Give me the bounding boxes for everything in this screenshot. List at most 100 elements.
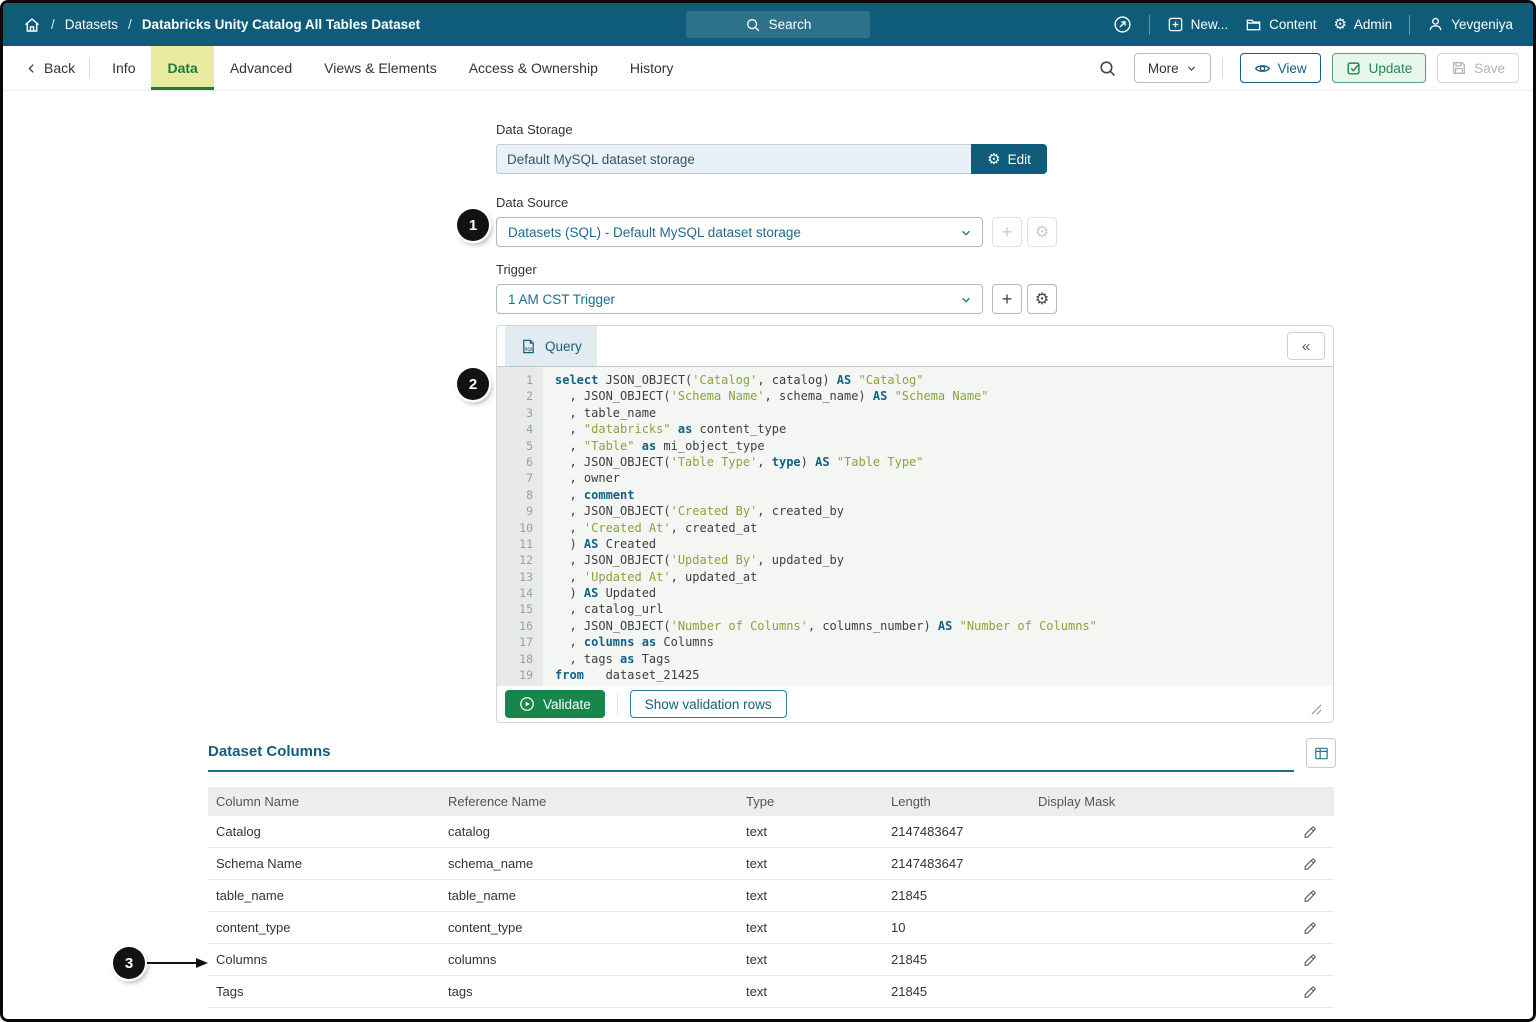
- line-number: 12: [497, 552, 543, 568]
- tab-info[interactable]: Info: [96, 46, 151, 90]
- tab-list: InfoDataAdvancedViews & ElementsAccess &…: [96, 46, 689, 90]
- line-content: , catalog_url: [543, 601, 663, 617]
- code-line: 2 , JSON_OBJECT('Schema Name', schema_na…: [497, 388, 1333, 404]
- cell-column-name: Schema Name: [216, 856, 448, 871]
- table-row: content_typecontent_typetext10: [208, 912, 1334, 944]
- line-number: 5: [497, 438, 543, 454]
- admin-button[interactable]: ⚙ Admin: [1333, 17, 1392, 32]
- cell-reference-name: columns: [448, 952, 746, 967]
- home-icon[interactable]: [23, 16, 41, 34]
- tab-toolbar: Back InfoDataAdvancedViews & ElementsAcc…: [3, 46, 1533, 91]
- top-navbar: / Datasets / Databricks Unity Catalog Al…: [3, 3, 1533, 46]
- collapse-panel-button[interactable]: «: [1287, 332, 1325, 360]
- navbar-actions: New... Content ⚙ Admin Yevgeniya: [1113, 15, 1513, 35]
- column-header: Column Name: [216, 794, 448, 809]
- gear-icon: ⚙: [1035, 291, 1049, 307]
- edit-column-button[interactable]: [1302, 984, 1334, 1000]
- code-line: 11 ) AS Created: [497, 536, 1333, 552]
- line-content: , 'Created At', created_at: [543, 520, 757, 536]
- cell-length: 21845: [891, 952, 1038, 967]
- validate-button[interactable]: Validate: [505, 690, 605, 718]
- toolbar-search-icon[interactable]: [1098, 59, 1117, 78]
- dataset-columns-title: Dataset Columns: [208, 743, 331, 760]
- chevron-left-icon: [25, 62, 38, 75]
- line-number: 8: [497, 487, 543, 503]
- more-button[interactable]: More: [1134, 53, 1211, 83]
- sql-file-icon: SQL: [520, 338, 537, 355]
- view-button[interactable]: View: [1240, 53, 1321, 83]
- table-icon: [1313, 745, 1330, 762]
- back-button[interactable]: Back: [23, 60, 89, 76]
- save-button[interactable]: Save: [1437, 53, 1519, 83]
- annotation-step-1: 1: [457, 209, 489, 241]
- dataset-columns-table: Column NameReference NameTypeLengthDispl…: [208, 787, 1334, 1008]
- tab-views-elements[interactable]: Views & Elements: [308, 46, 453, 90]
- search-input[interactable]: Search: [686, 11, 870, 38]
- divider: [1222, 58, 1223, 78]
- line-content: , tags as Tags: [543, 651, 671, 667]
- trigger-field: Trigger 1 AM CST Trigger + ⚙: [496, 262, 1057, 314]
- trigger-select[interactable]: 1 AM CST Trigger: [496, 284, 983, 314]
- update-button[interactable]: Update: [1332, 53, 1427, 83]
- chevron-down-icon: [960, 227, 972, 239]
- table-row: Catalogcatalogtext2147483647: [208, 816, 1334, 848]
- line-content: ) AS Created: [543, 536, 656, 552]
- divider: [1409, 15, 1410, 35]
- cell-reference-name: table_name: [448, 888, 746, 903]
- show-validation-rows-button[interactable]: Show validation rows: [630, 690, 787, 718]
- user-menu[interactable]: Yevgeniya: [1427, 16, 1513, 33]
- tab-advanced[interactable]: Advanced: [214, 46, 308, 90]
- view-button-label: View: [1278, 61, 1307, 76]
- chevron-down-icon: [960, 294, 972, 306]
- tab-history[interactable]: History: [614, 46, 690, 90]
- column-layout-button[interactable]: [1306, 738, 1336, 768]
- gear-icon: ⚙: [987, 152, 1000, 167]
- breadcrumb-datasets[interactable]: Datasets: [65, 17, 118, 32]
- line-number: 15: [497, 601, 543, 617]
- save-icon: [1451, 60, 1467, 76]
- compass-icon[interactable]: [1113, 15, 1132, 34]
- data-storage-edit-button[interactable]: ⚙ Edit: [971, 144, 1047, 174]
- tab-data[interactable]: Data: [151, 46, 213, 90]
- data-source-value: Datasets (SQL) - Default MySQL dataset s…: [508, 225, 801, 240]
- line-content: , JSON_OBJECT('Schema Name', schema_name…: [543, 388, 989, 404]
- line-content: , JSON_OBJECT('Updated By', updated_by: [543, 552, 844, 568]
- code-line: 8 , comment: [497, 487, 1333, 503]
- edit-column-button[interactable]: [1302, 952, 1334, 968]
- content-button[interactable]: Content: [1245, 16, 1316, 33]
- line-number: 3: [497, 405, 543, 421]
- code-line: 7 , owner: [497, 470, 1333, 486]
- edit-column-button[interactable]: [1302, 856, 1334, 872]
- cell-type: text: [746, 856, 891, 871]
- trigger-add-button[interactable]: +: [992, 284, 1022, 314]
- query-tab[interactable]: SQL Query: [505, 326, 597, 366]
- new-button[interactable]: New...: [1167, 16, 1229, 33]
- column-header: Length: [891, 794, 1038, 809]
- trigger-settings-button[interactable]: ⚙: [1027, 284, 1057, 314]
- table-row: Columnscolumnstext21845: [208, 944, 1334, 976]
- code-line: 5 , "Table" as mi_object_type: [497, 438, 1333, 454]
- line-number: 6: [497, 454, 543, 470]
- cell-reference-name: content_type: [448, 920, 746, 935]
- tab-access-ownership[interactable]: Access & Ownership: [453, 46, 614, 90]
- line-number: 9: [497, 503, 543, 519]
- resize-handle[interactable]: [1310, 703, 1323, 716]
- edit-column-button[interactable]: [1302, 920, 1334, 936]
- data-source-select[interactable]: Datasets (SQL) - Default MySQL dataset s…: [496, 217, 983, 247]
- cell-column-name: table_name: [216, 888, 448, 903]
- line-content: , "Table" as mi_object_type: [543, 438, 765, 454]
- columns-table-header: Column NameReference NameTypeLengthDispl…: [208, 787, 1334, 816]
- chevron-down-icon: [1186, 63, 1197, 74]
- cell-length: 21845: [891, 984, 1038, 999]
- edit-column-button[interactable]: [1302, 824, 1334, 840]
- data-source-add-button: +: [992, 217, 1022, 247]
- line-content: , JSON_OBJECT('Number of Columns', colum…: [543, 618, 1097, 634]
- code-line: 12 , JSON_OBJECT('Updated By', updated_b…: [497, 552, 1333, 568]
- edit-column-button[interactable]: [1302, 888, 1334, 904]
- sql-code-editor[interactable]: 1select JSON_OBJECT('Catalog', catalog) …: [497, 366, 1333, 686]
- sql-code: 1select JSON_OBJECT('Catalog', catalog) …: [497, 372, 1333, 683]
- data-storage-field: Data Storage Default MySQL dataset stora…: [496, 122, 1047, 174]
- breadcrumb-current-page: Databricks Unity Catalog All Tables Data…: [142, 17, 420, 32]
- cell-length: 21845: [891, 888, 1038, 903]
- divider: [1149, 15, 1150, 35]
